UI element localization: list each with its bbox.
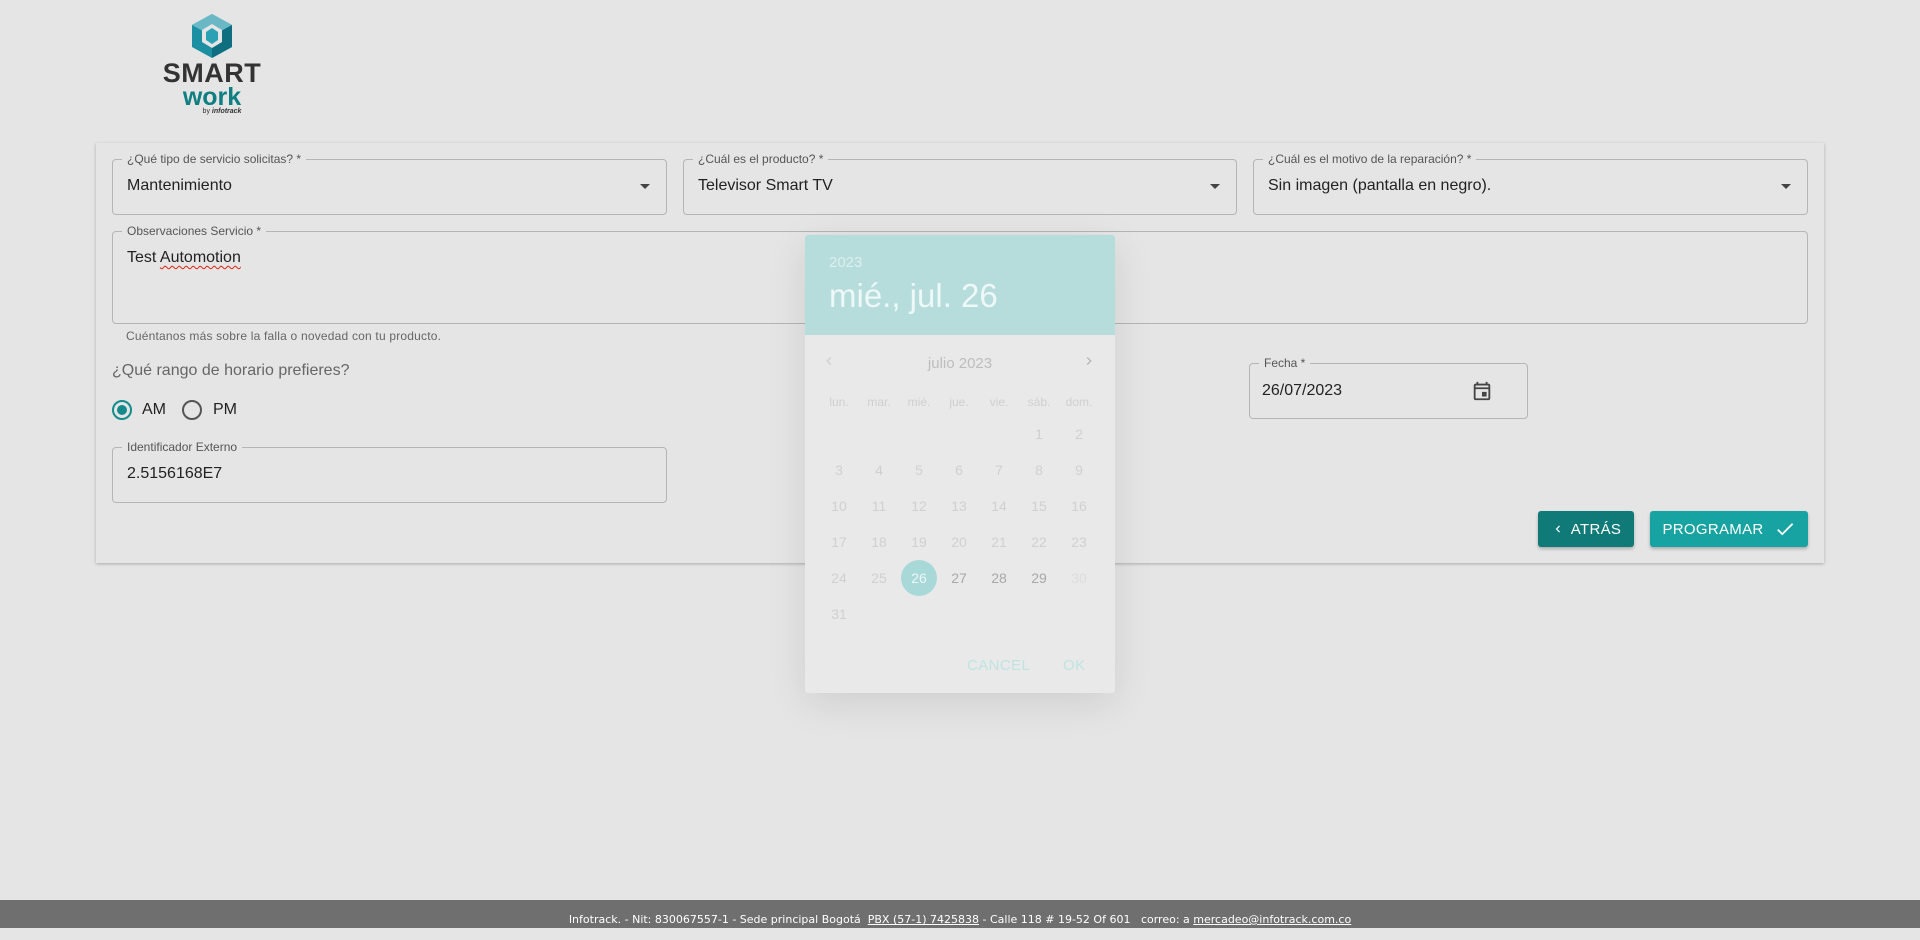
- calendar-icon[interactable]: [1471, 380, 1493, 402]
- date-picker-month-title: julio 2023: [927, 355, 993, 372]
- logo-text-work: work: [182, 83, 242, 111]
- date-picker-selected-date: mié., jul. 26: [829, 277, 998, 314]
- calendar-day[interactable]: 13: [941, 488, 977, 524]
- service-type-select[interactable]: ¿Qué tipo de servicio solicitas? * Mante…: [112, 152, 667, 215]
- footer: Infotrack. - Nit: 830067557-1 - Sede pri…: [0, 900, 1920, 928]
- schedule-question: ¿Qué rango de horario prefieres?: [112, 362, 350, 379]
- date-picker-dialog: 2023 mié., jul. 26 julio 2023 lun. mar. mi…: [805, 235, 1115, 693]
- footer-company-info: Infotrack. - Nit: 830067557-1 - Sede pri…: [568, 913, 868, 926]
- calendar-day[interactable]: 23: [1061, 524, 1097, 560]
- pm-radio[interactable]: [182, 400, 202, 420]
- weekday-header: jue.: [949, 395, 969, 409]
- date-picker-cancel-button[interactable]: CANCEL: [967, 657, 1030, 674]
- calendar-day[interactable]: 1: [1021, 416, 1057, 452]
- external-id-value: 2.5156168E7: [127, 465, 223, 482]
- schedule-button[interactable]: PROGRAMAR: [1650, 511, 1808, 547]
- weekday-header: mar.: [867, 395, 891, 409]
- chevron-down-icon: [1781, 184, 1791, 189]
- calendar-day[interactable]: 31: [821, 596, 857, 632]
- date-value: 26/07/2023: [1262, 382, 1343, 399]
- date-picker-ok-button[interactable]: OK: [1063, 657, 1085, 674]
- calendar-day[interactable]: 12: [901, 488, 937, 524]
- repair-reason-label: ¿Cuál es el motivo de la reparación? *: [1263, 152, 1477, 166]
- external-id-label: Identificador Externo: [122, 440, 243, 454]
- back-button[interactable]: ATRÁS: [1538, 511, 1634, 547]
- weekday-header: vie.: [989, 395, 1009, 409]
- date-picker-year[interactable]: 2023: [829, 254, 862, 271]
- calendar-day[interactable]: 27: [941, 560, 977, 596]
- weekday-header: mié.: [907, 395, 931, 409]
- chevron-left-icon: [1555, 525, 1560, 533]
- check-icon: [1776, 523, 1793, 536]
- calendar-day[interactable]: 18: [861, 524, 897, 560]
- date-label: Fecha *: [1259, 356, 1311, 370]
- chevron-down-icon: [1210, 184, 1220, 189]
- date-field[interactable]: Fecha * 26/07/2023: [1249, 356, 1528, 419]
- weekday-header: lun.: [829, 395, 849, 409]
- calendar-day[interactable]: 20: [941, 524, 977, 560]
- calendar-day[interactable]: 14: [981, 488, 1017, 524]
- calendar-day[interactable]: 4: [861, 452, 897, 488]
- calendar-day[interactable]: 21: [981, 524, 1017, 560]
- am-radio[interactable]: [112, 400, 132, 420]
- product-value: Televisor Smart TV: [698, 177, 833, 194]
- smartwork-logo: SMART work by infotrack: [162, 12, 262, 127]
- calendar-day[interactable]: 17: [821, 524, 857, 560]
- calendar-day[interactable]: 9: [1061, 452, 1097, 488]
- calendar-day[interactable]: 25: [861, 560, 897, 596]
- calendar-day[interactable]: 16: [1061, 488, 1097, 524]
- calendar-day[interactable]: 15: [1021, 488, 1057, 524]
- calendar-day[interactable]: 8: [1021, 452, 1057, 488]
- calendar-day[interactable]: 11: [861, 488, 897, 524]
- calendar-day[interactable]: 28: [981, 560, 1017, 596]
- calendar-day[interactable]: 22: [1021, 524, 1057, 560]
- weekday-header: dom.: [1065, 395, 1093, 409]
- calendar-day[interactable]: 10: [821, 488, 857, 524]
- footer-address: - Calle 118 # 19-52 Of 601 correo: a: [979, 913, 1194, 926]
- calendar-day[interactable]: 19: [901, 524, 937, 560]
- observations-label: Observaciones Servicio *: [122, 224, 267, 238]
- footer-phone-link[interactable]: PBX (57-1) 7425838: [868, 913, 979, 926]
- calendar-day[interactable]: 3: [821, 452, 857, 488]
- calendar-day[interactable]: 6: [941, 452, 977, 488]
- calendar-day[interactable]: 24: [821, 560, 857, 596]
- service-type-value: Mantenimiento: [127, 177, 232, 194]
- chevron-down-icon: [640, 184, 650, 189]
- repair-reason-value: Sin imagen (pantalla en negro).: [1268, 177, 1492, 194]
- schedule-button-label: PROGRAMAR: [1662, 520, 1764, 538]
- logo-hexagon-icon: [192, 14, 232, 58]
- product-label: ¿Cuál es el producto? *: [693, 152, 829, 166]
- observations-value: Test Automotion: [127, 249, 241, 266]
- weekday-header: sáb.: [1027, 395, 1051, 409]
- repair-reason-select[interactable]: ¿Cuál es el motivo de la reparación? * S…: [1253, 152, 1808, 215]
- am-radio-label[interactable]: AM: [142, 401, 166, 419]
- calendar-day[interactable]: 30: [1061, 560, 1097, 596]
- calendar-day[interactable]: 2: [1061, 416, 1097, 452]
- next-month-icon[interactable]: [1081, 353, 1097, 369]
- external-id-field[interactable]: Identificador Externo 2.5156168E7: [112, 440, 667, 503]
- observations-helper-text: Cuéntanos más sobre la falla o novedad c…: [126, 329, 442, 343]
- service-type-label: ¿Qué tipo de servicio solicitas? *: [122, 152, 307, 166]
- back-button-label: ATRÁS: [1570, 520, 1622, 538]
- footer-email-link[interactable]: mercadeo@infotrack.com.co: [1193, 913, 1351, 926]
- product-select[interactable]: ¿Cuál es el producto? * Televisor Smart …: [683, 152, 1237, 215]
- calendar-day[interactable]: 5: [901, 452, 937, 488]
- calendar-day[interactable]: 29: [1021, 560, 1057, 596]
- calendar-day[interactable]: 7: [981, 452, 1017, 488]
- calendar-day-selected[interactable]: 26: [901, 560, 937, 596]
- date-picker-header: 2023 mié., jul. 26: [805, 235, 1115, 335]
- pm-radio-label[interactable]: PM: [213, 401, 237, 419]
